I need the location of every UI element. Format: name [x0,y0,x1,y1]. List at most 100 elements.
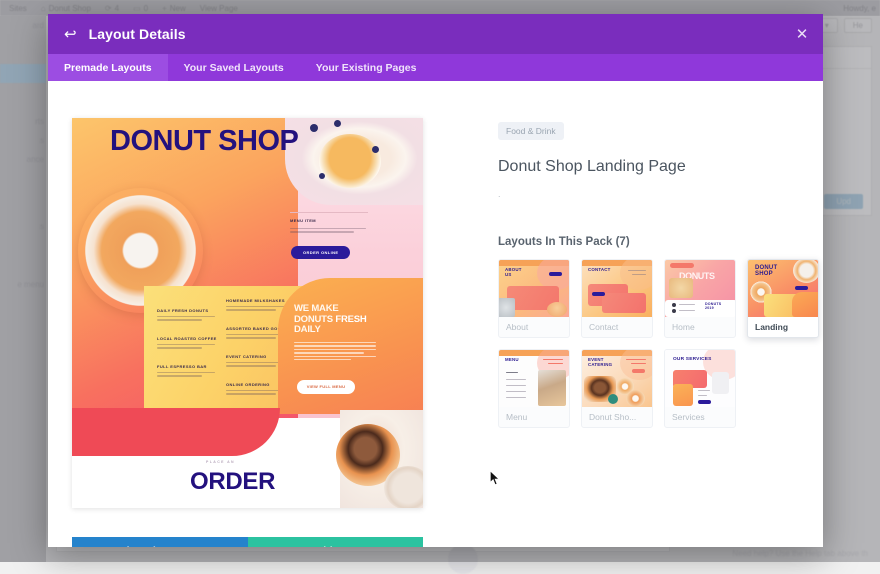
preview-blueberry-4 [319,173,325,179]
pack-card-label: Donut Sho... [582,407,652,427]
back-arrow-icon[interactable]: ↩ [64,27,77,42]
layout-description: . [498,189,805,199]
preview-feature-4-text [157,316,215,323]
thumb-menu-ln-3 [506,391,526,392]
preview-red-wave [72,408,280,456]
pack-layouts-grid: ABOUTUS About CONTACT [498,259,805,428]
thumb-line-2 [548,363,563,364]
pack-thumb-about: ABOUTUS [499,260,569,317]
pack-card-contact[interactable]: CONTACT Contact [581,259,653,338]
layout-details-modal: ↩ Layout Details ✕ Premade Layouts Your … [48,14,823,547]
close-icon[interactable]: ✕ [781,14,823,54]
thumb-subheading: DONUTS2019 [705,303,721,311]
thumb-menu-ln-0 [506,372,518,373]
thumb-button [698,400,711,404]
promo-line-3: DAILY [294,324,321,335]
tab-label: Premade Layouts [64,62,152,74]
pack-thumb-services: OUR SERVICES [665,350,735,407]
thumb-line [679,304,695,305]
preview-order-title: ORDER [190,468,340,496]
thumb-photo [499,298,515,317]
pack-card-label: Home [665,317,735,337]
pack-thumb-contact: CONTACT [582,260,652,317]
thumb-line [628,270,646,271]
thumb-heading: OUR SERVICES [673,357,712,362]
thumb-line-2 [698,395,707,396]
preview-feature-2: EVENT CATERING [226,354,267,359]
tab-label: Your Saved Layouts [184,62,284,74]
tab-your-saved-layouts[interactable]: Your Saved Layouts [168,54,300,81]
modal-title: Layout Details [89,26,186,42]
preview-feature-5-text [157,344,215,351]
thumb-line-2 [679,310,695,311]
promo-line-2-plain: DONUTS [294,314,335,325]
thumb-photo-3 [626,390,645,407]
thumb-line [698,390,710,391]
thumb-card-3 [712,372,729,394]
preview-feature-6-text [157,372,215,379]
thumb-menu-ln-1 [506,379,526,380]
pack-card-label: Menu [499,407,569,427]
pack-thumb-donut-shop: EVENTCATERING [582,350,652,407]
preview-hero-title: DONUT SHOP [110,128,300,156]
pack-card-about[interactable]: ABOUTUS About [498,259,570,338]
preview-menu-item-text [290,228,366,235]
pack-thumb-menu: MENU [499,350,569,407]
modal-tab-bar: Premade Layouts Your Saved Layouts Your … [48,54,823,81]
thumb-menu-ln-4 [506,397,526,398]
preview-feature-0: HOMEMADE MILKSHAKES [226,298,285,303]
pack-card-label: Contact [582,317,652,337]
preview-menu-item-label: MENU ITEM [290,218,316,223]
thumb-heading: ABOUTUS [505,268,522,278]
preview-feature-3: ONLINE ORDERING [226,382,270,387]
promo-line-2-bold: FRESH [335,314,366,325]
thumb-card-2 [673,384,693,406]
thumb-photo [669,278,693,298]
pack-card-label: About [499,317,569,337]
pack-card-landing[interactable]: DONUTSHOP Landing [747,259,819,338]
thumb-heading: DONUTSHOP [755,265,777,278]
thumb-card-2 [602,293,646,313]
preview-feature-0-text [226,306,288,313]
preview-donut-bowl-photo [285,118,423,205]
thumb-pill [670,263,694,268]
thumb-line [626,359,646,360]
use-this-layout-button[interactable]: Use This Layout [248,537,424,547]
layout-preview-image[interactable]: DONUT SHOP MENU ITEM ORDER ONLINE DAILY … [72,118,423,508]
thumb-blob [620,350,652,380]
preview-feature-6: FULL ESPRESSO BAR [157,364,207,369]
thumb-heading: MENU [505,358,519,363]
thumb-heading: CONTACT [588,268,611,273]
tab-your-existing-pages[interactable]: Your Existing Pages [300,54,433,81]
preview-promo-text [294,342,376,362]
category-badge[interactable]: Food & Drink [498,122,564,140]
view-live-demo-button[interactable]: View Live Demo [72,537,248,547]
pack-card-services[interactable]: OUR SERVICES Services [664,349,736,428]
pack-thumb-landing: DONUTSHOP [748,260,818,317]
modal-header: ↩ Layout Details ✕ [48,14,823,54]
preview-food-photo-right-2 [384,466,423,508]
layout-name-heading: Donut Shop Landing Page [498,158,805,176]
pack-card-donut-shop[interactable]: EVENTCATERING Donut Sho... [581,349,653,428]
thumb-line-2 [632,274,646,275]
preview-order-online-button: ORDER ONLINE [291,246,350,259]
pack-card-label: Landing [748,317,818,337]
thumb-line [543,359,563,360]
thumb-photo [538,370,566,406]
preview-order-kicker: PLACE AN [206,460,235,464]
thumb-button [632,369,645,373]
thumb-button [592,292,605,296]
thumb-dot-2 [672,309,676,313]
thumb-button [549,272,562,276]
pack-heading: Layouts In This Pack (7) [498,236,805,248]
preview-blueberry-1 [310,124,318,132]
preview-feature-4: DAILY FRESH DONUTS [157,308,208,313]
modal-body: DONUT SHOP MENU ITEM ORDER ONLINE DAILY … [48,81,823,547]
mouse-cursor [490,471,501,486]
tab-premade-layouts[interactable]: Premade Layouts [48,54,168,81]
preview-divider [290,212,368,213]
layout-details-pane: Food & Drink Donut Shop Landing Page . L… [498,121,805,428]
tab-label: Your Existing Pages [316,62,417,74]
pack-card-menu[interactable]: MENU Menu [498,349,570,428]
pack-card-home[interactable]: DONUTS DONUTS2019 Home [664,259,736,338]
